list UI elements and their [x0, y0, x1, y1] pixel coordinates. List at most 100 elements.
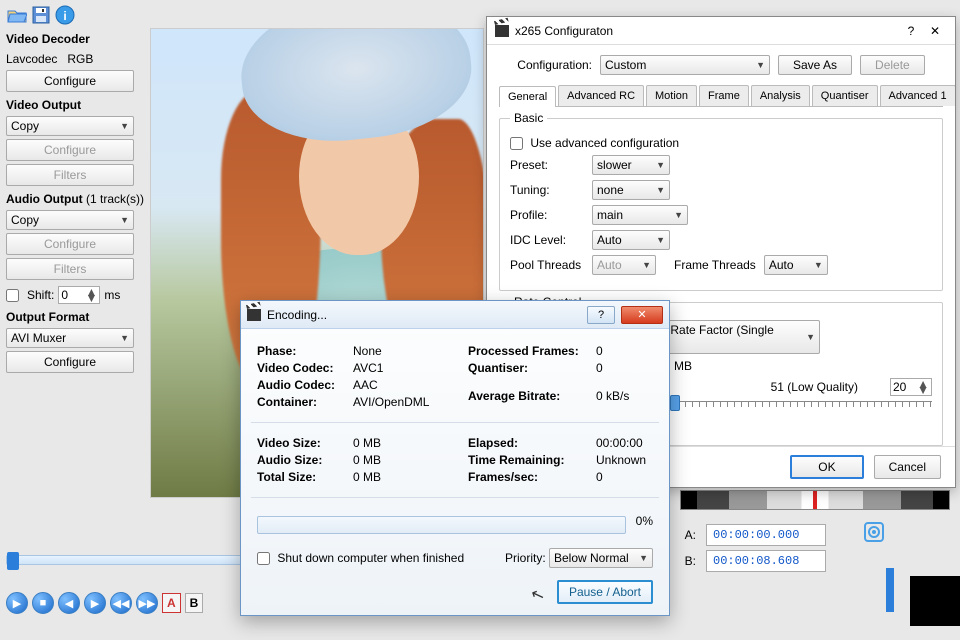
x265-cancel-button[interactable]: Cancel [874, 455, 941, 479]
shift-unit: ms [104, 288, 120, 302]
idc-label: IDC Level: [510, 233, 584, 247]
tab-analysis[interactable]: Analysis [751, 85, 810, 106]
use-advanced-checkbox[interactable]: Use advanced configuration [510, 136, 679, 150]
marker-a-handle[interactable] [7, 552, 19, 570]
output-thumb [910, 576, 960, 626]
save-icon[interactable] [30, 4, 52, 26]
output-format-select[interactable]: AVI Muxer▼ [6, 328, 134, 348]
video-output-configure-button[interactable]: Configure [6, 139, 134, 161]
encoding-dialog: Encoding... ? ✕ Phase:None Video Codec:A… [240, 300, 670, 616]
time-a-value[interactable]: 00:00:00.000 [706, 524, 826, 546]
tuning-select[interactable]: none▼ [592, 180, 670, 200]
remaining-value: Unknown [596, 453, 646, 467]
tab-advanced-rc[interactable]: Advanced RC [558, 85, 644, 106]
tab-motion[interactable]: Motion [646, 85, 697, 106]
video-output-filters-button[interactable]: Filters [6, 164, 134, 186]
container-value: AVI/OpenDML [353, 395, 429, 409]
video-decoder-title: Video Decoder [6, 32, 146, 46]
time-b-label: B: [680, 554, 696, 568]
encoding-close-button[interactable]: ✕ [621, 306, 663, 324]
configuration-select[interactable]: Custom▼ [600, 55, 770, 75]
audio-output-select[interactable]: Copy▼ [6, 210, 134, 230]
pool-threads-select: Auto▼ [592, 255, 656, 275]
pause-abort-button[interactable]: Pause / Abort [557, 580, 653, 604]
quality-value-text: 51 (Low Quality) [771, 380, 858, 394]
phase-value: None [353, 344, 382, 358]
progress-bar [257, 516, 626, 534]
encoding-title: Encoding... [267, 308, 581, 322]
audio-codec-value: AAC [353, 378, 378, 392]
x265-close-button[interactable]: ✕ [923, 24, 947, 38]
output-format-title: Output Format [6, 310, 146, 324]
preset-select[interactable]: slower▼ [592, 155, 670, 175]
lavcodec-label: Lavcodec [6, 52, 57, 66]
histogram-strip [680, 490, 950, 510]
frame-threads-select[interactable]: Auto▼ [764, 255, 828, 275]
quantiser-value: 0 [596, 361, 603, 375]
x265-help-button[interactable]: ? [899, 24, 923, 38]
elapsed-value: 00:00:00 [596, 436, 643, 450]
shift-checkbox[interactable] [6, 289, 19, 302]
x265-tabs: General Advanced RC Motion Frame Analysi… [499, 85, 943, 107]
tab-quantiser[interactable]: Quantiser [812, 85, 878, 106]
fps-value: 0 [596, 470, 603, 484]
forward-button[interactable]: ▶▶ [136, 592, 158, 614]
tab-general[interactable]: General [499, 86, 556, 107]
idc-select[interactable]: Auto▼ [592, 230, 670, 250]
audio-output-configure-button[interactable]: Configure [6, 233, 134, 255]
frame-threads-label: Frame Threads [674, 258, 756, 272]
shutdown-checkbox[interactable]: Shut down computer when finished [257, 551, 464, 565]
profile-label: Profile: [510, 208, 584, 222]
configuration-label: Configuration: [517, 58, 592, 72]
decoder-configure-button[interactable]: Configure [6, 70, 134, 92]
video-codec-value: AVC1 [353, 361, 383, 375]
audio-output-title: Audio Output (1 track(s)) [6, 192, 146, 206]
clapper-icon [495, 25, 509, 37]
video-size-value: 0 MB [353, 436, 381, 450]
profile-select[interactable]: main▼ [592, 205, 688, 225]
encoding-help-button[interactable]: ? [587, 306, 615, 324]
output-format-configure-button[interactable]: Configure [6, 351, 134, 373]
quality-spinner[interactable]: 20▲▼ [890, 378, 932, 396]
basic-legend: Basic [510, 111, 547, 125]
video-output-title: Video Output [6, 98, 146, 112]
priority-select[interactable]: Below Normal▼ [549, 548, 653, 568]
save-as-button[interactable]: Save As [778, 55, 852, 75]
pool-threads-label: Pool Threads [510, 258, 584, 272]
clapper-icon [247, 309, 261, 321]
mb-label: MB [674, 359, 692, 373]
set-marker-b-button[interactable]: B [185, 593, 204, 613]
shift-spinner[interactable]: 0▲▼ [58, 286, 100, 304]
shift-label: Shift: [27, 288, 54, 302]
total-size-value: 0 MB [353, 470, 381, 484]
preview-output-button[interactable] [864, 522, 884, 542]
x265-ok-button[interactable]: OK [790, 455, 863, 479]
rgb-label: RGB [67, 52, 93, 66]
progress-text: 0% [636, 514, 653, 528]
time-b-value[interactable]: 00:00:08.608 [706, 550, 826, 572]
cursor-icon: ↖ [528, 583, 547, 606]
rewind-button[interactable]: ◀◀ [110, 592, 132, 614]
delete-button[interactable]: Delete [860, 55, 925, 75]
video-output-select[interactable]: Copy▼ [6, 116, 134, 136]
avg-bitrate-value: 0 kB/s [596, 389, 629, 403]
tuning-label: Tuning: [510, 183, 584, 197]
open-icon[interactable] [6, 4, 28, 26]
tab-advanced1[interactable]: Advanced 1 [880, 85, 956, 106]
stop-button[interactable]: ■ [32, 592, 54, 614]
audio-size-value: 0 MB [353, 453, 381, 467]
tab-frame[interactable]: Frame [699, 85, 749, 106]
svg-text:i: i [63, 9, 66, 23]
time-a-label: A: [680, 528, 696, 542]
volume-bar[interactable] [886, 568, 894, 612]
set-marker-a-button[interactable]: A [162, 593, 181, 613]
preset-label: Preset: [510, 158, 584, 172]
prev-frame-button[interactable]: ◀ [58, 592, 80, 614]
audio-output-filters-button[interactable]: Filters [6, 258, 134, 280]
x265-title: x265 Configuraton [515, 24, 899, 38]
priority-label: Priority: [505, 551, 546, 565]
play-button[interactable]: ▶ [6, 592, 28, 614]
next-frame-button[interactable]: ▶ [84, 592, 106, 614]
info-icon[interactable]: i [54, 4, 76, 26]
processed-frames-value: 0 [596, 344, 603, 358]
